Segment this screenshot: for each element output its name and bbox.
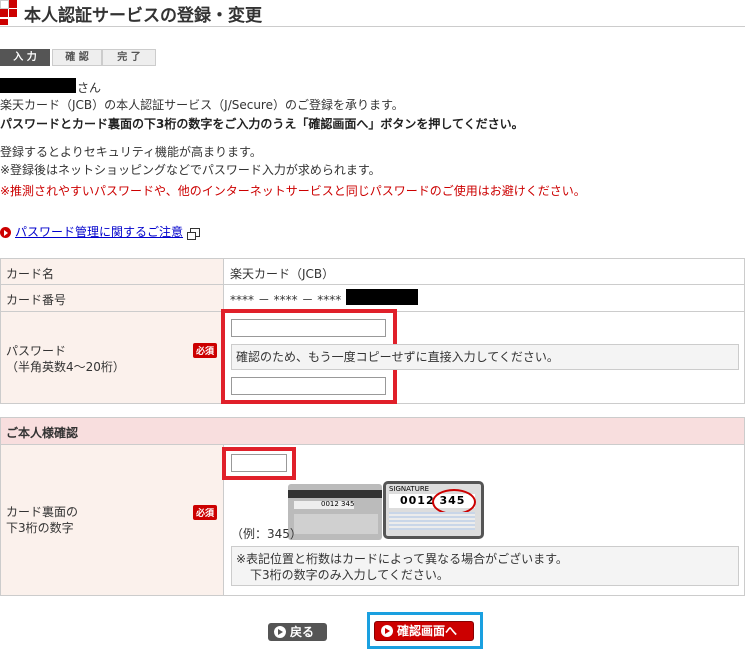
- cvv-row: カード裏面の 下3桁の数字 必須 0012 345 SIGNATURE 0012…: [0, 444, 745, 596]
- required-badge: 必須: [192, 343, 217, 358]
- intro-line: 登録するとよりセキュリティ機能が高まります。: [0, 145, 262, 159]
- identity-section-header: ご本人様確認: [0, 417, 745, 445]
- logo-square: [0, 9, 8, 17]
- warning-text: ※推測されやすいパスワードや、他のインターネットサービスと同じパスワードのご使用…: [0, 184, 586, 198]
- logo-square: [0, 19, 8, 25]
- password-confirm-note: 確認のため、もう一度コピーせずに直接入力してください。: [231, 344, 739, 370]
- step-confirm: 確 認: [52, 49, 102, 66]
- card-number-label: カード番号: [6, 293, 67, 307]
- cvv-label: 下3桁の数字: [6, 521, 74, 535]
- step-complete: 完 了: [102, 49, 156, 66]
- redacted-name: [0, 78, 76, 93]
- salutation: さん: [77, 81, 102, 95]
- step-input: 入 力: [0, 49, 50, 66]
- password-note-link[interactable]: パスワード管理に関するご注意: [0, 223, 200, 240]
- logo-square: [9, 0, 17, 8]
- cvv-note: ※表記位置と桁数はカードによって異なる場合がございます。 下3桁の数字のみ入力し…: [231, 546, 739, 586]
- page-header: 本人認証サービスの登録・変更: [0, 0, 745, 27]
- password-confirm-input[interactable]: [231, 377, 386, 395]
- logo-square: [9, 9, 17, 17]
- arrow-right-icon: [274, 625, 286, 638]
- cvv-label: カード裏面の: [6, 505, 79, 519]
- password-input[interactable]: [231, 319, 386, 337]
- identity-section-title: ご本人様確認: [6, 426, 79, 440]
- logo-square: [0, 0, 9, 9]
- card-zoom-image: SIGNATURE 0012 345: [383, 481, 484, 539]
- signature-label: SIGNATURE: [389, 485, 430, 493]
- password-label: パスワード: [6, 344, 67, 358]
- card-small-image: 0012 345: [288, 484, 382, 540]
- back-button-label: 戻る: [290, 625, 315, 639]
- card-back-illustration: 0012 345 SIGNATURE 0012 345: [288, 481, 484, 541]
- arrow-circle-icon: [0, 227, 11, 238]
- card-name-value: 楽天カード（JCB）: [230, 267, 335, 281]
- password-row: パスワード （半角英数4〜20桁） 必須 確認のため、もう一度コピーせずに直接入…: [0, 309, 745, 404]
- cvv-input[interactable]: [231, 454, 287, 472]
- required-badge: 必須: [192, 505, 217, 520]
- card-number-row: カード番号 **** － **** － **** －: [0, 284, 745, 312]
- card-name-label: カード名: [6, 267, 55, 281]
- redacted-card-digits: [346, 289, 418, 305]
- back-button[interactable]: 戻る: [268, 623, 327, 641]
- intro-instruction: パスワードとカード裏面の下3桁の数字をご入力のうえ「確認画面へ」ボタンを押してく…: [0, 117, 524, 131]
- cvv-note-line: 下3桁の数字のみ入力してください。: [250, 568, 449, 582]
- confirm-button-label: 確認画面へ: [397, 624, 458, 638]
- password-note-link-text[interactable]: パスワード管理に関するご注意: [15, 225, 183, 239]
- cvv-example: （例：345）: [231, 527, 302, 541]
- intro-line: ※登録後はネットショッピングなどでパスワード入力が求められます。: [0, 163, 381, 177]
- confirm-button[interactable]: 確認画面へ: [374, 621, 474, 641]
- page-title: 本人認証サービスの登録・変更: [24, 6, 262, 26]
- cvv-note-line: ※表記位置と桁数はカードによって異なる場合がございます。: [236, 552, 568, 566]
- arrow-right-icon: [381, 624, 393, 637]
- password-sub-label: （半角英数4〜20桁）: [6, 360, 125, 374]
- card-small-number: 0012 345: [321, 500, 355, 508]
- intro-line: 楽天カード（JCB）の本人認証サービス（J/Secure）のご登録を承ります。: [0, 98, 404, 112]
- card-name-row: カード名 楽天カード（JCB）: [0, 258, 745, 285]
- external-window-icon: [186, 228, 200, 240]
- card-number-value: **** － **** － **** －: [230, 293, 358, 307]
